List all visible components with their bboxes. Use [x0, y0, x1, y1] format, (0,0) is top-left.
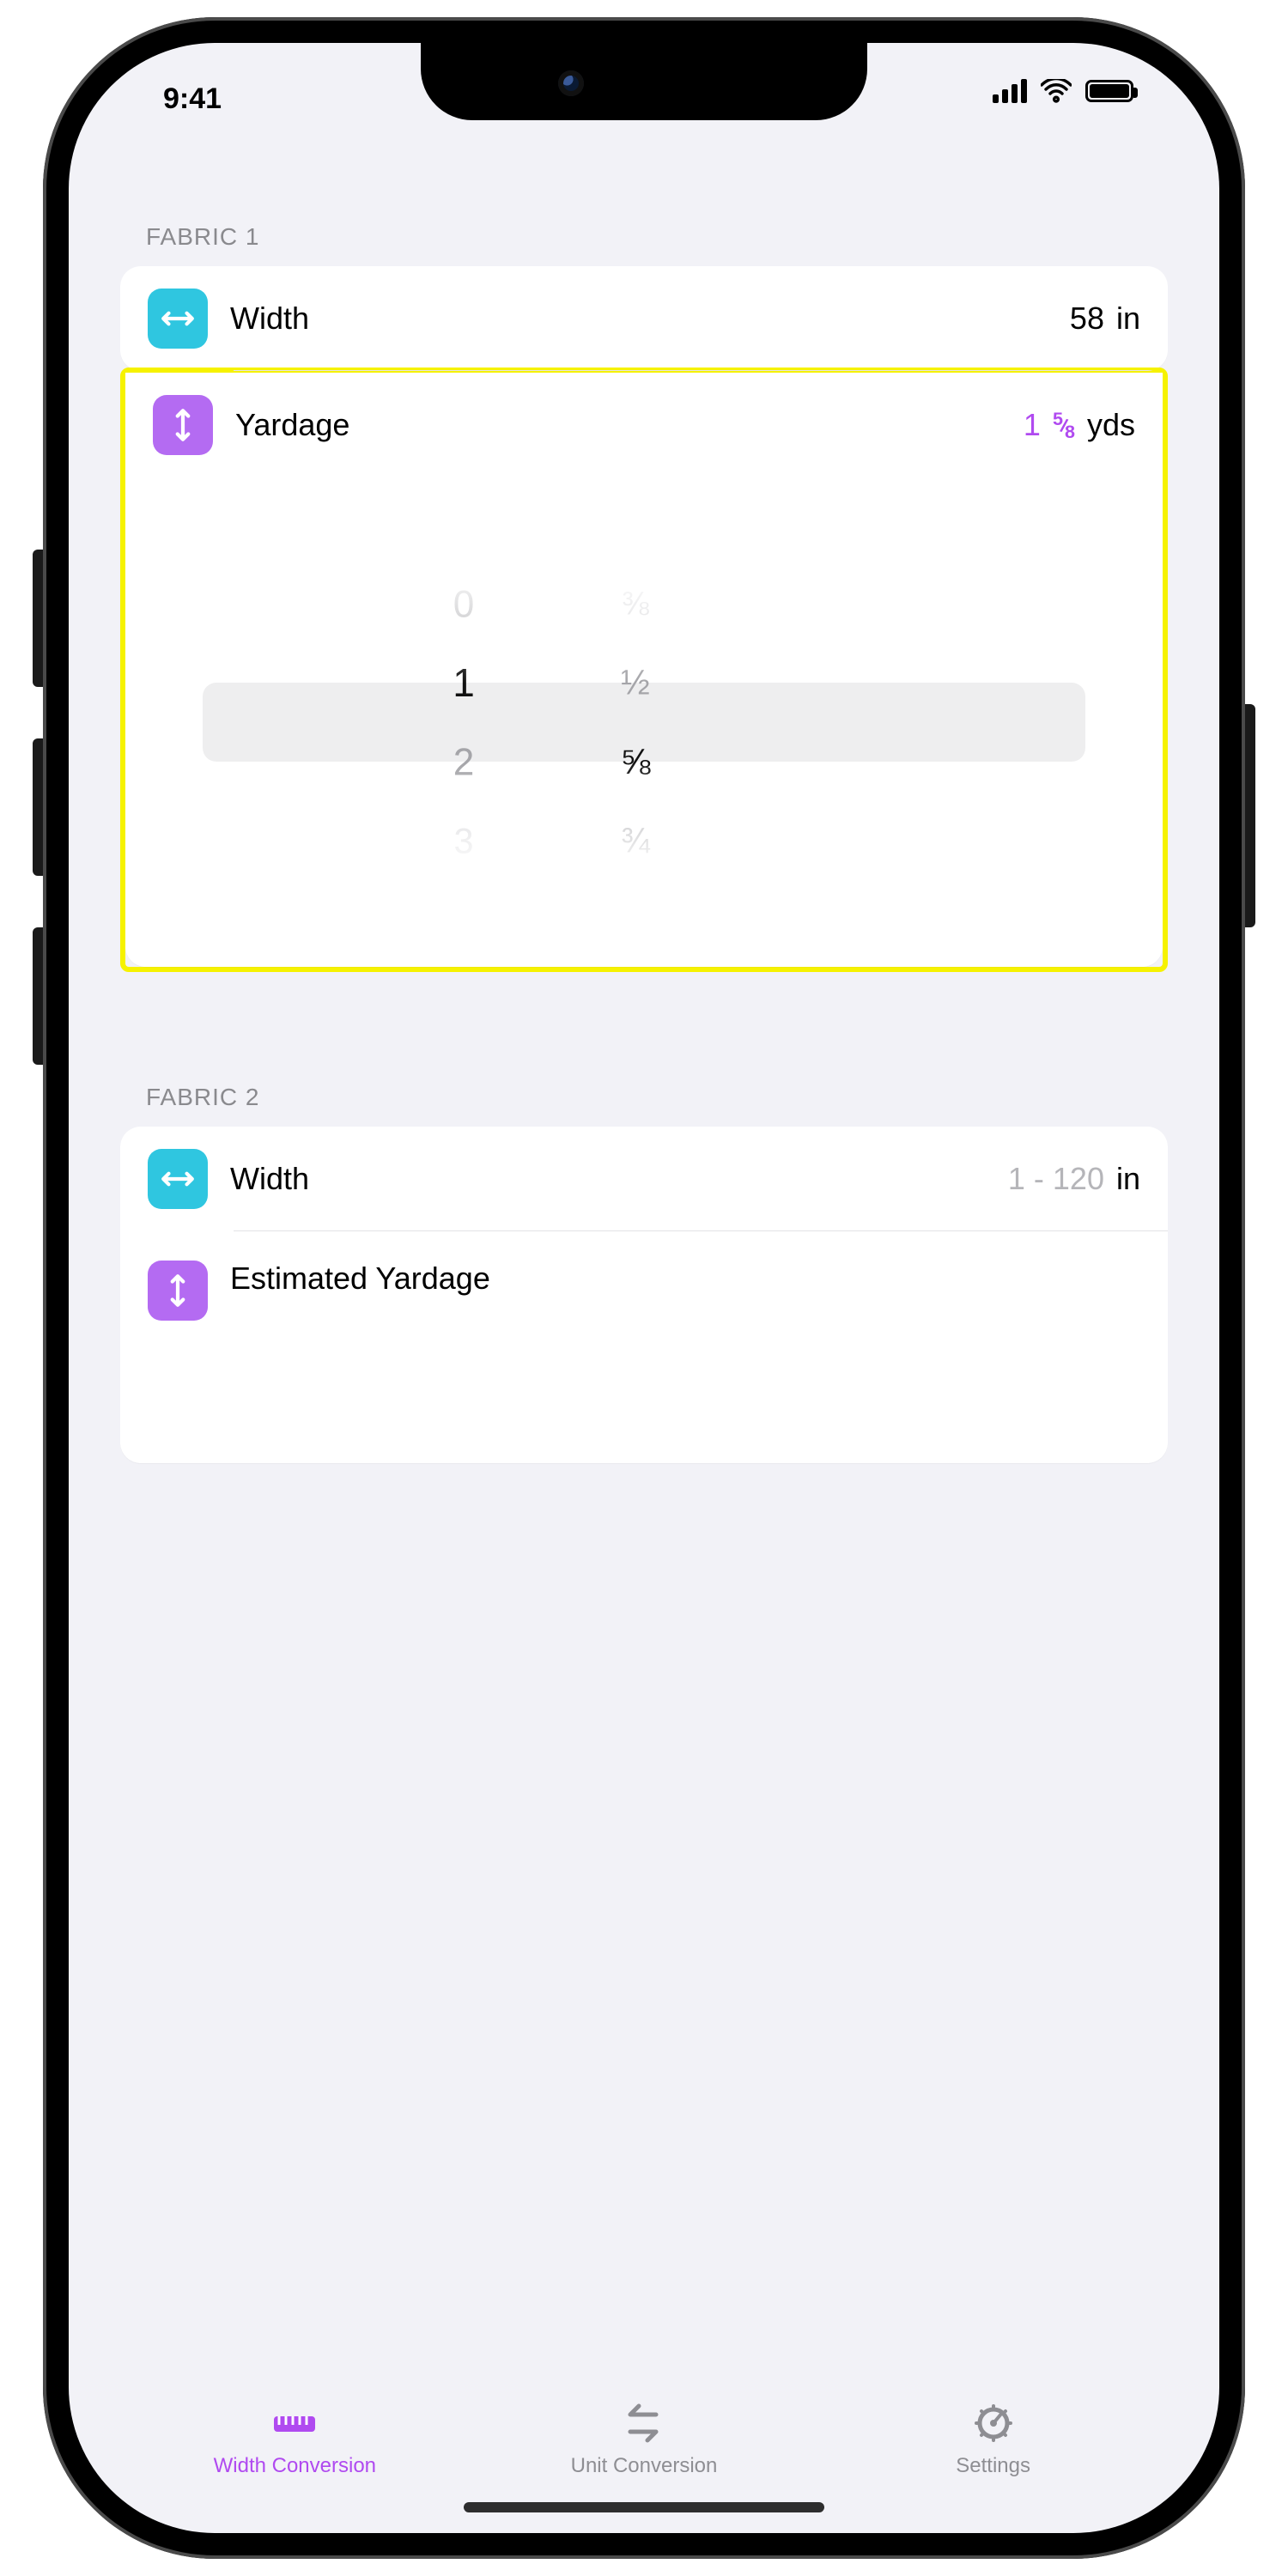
yardage-icon [153, 395, 213, 455]
tab-settings[interactable]: Settings [820, 2401, 1166, 2478]
width-icon [148, 1149, 208, 1209]
picker-option[interactable]: ½ [553, 645, 718, 720]
picker-option[interactable]: 3 [386, 805, 541, 877]
width-icon [148, 289, 208, 349]
tab-bar: Width Conversion Unit Conversion Setting… [69, 2379, 1219, 2533]
picker-option[interactable]: 4 [393, 887, 534, 951]
status-time: 9:41 [163, 82, 222, 116]
label-width: Width [230, 301, 1048, 337]
value-fabric2-width: 1 - 120 in [1008, 1161, 1140, 1197]
card-fabric1: Width 58 in [120, 266, 1168, 371]
device-frame: 9:41 FABRIC 1 Width 58 in [43, 17, 1245, 2559]
picker-option-selected[interactable]: ⅝ [550, 722, 721, 801]
section-header-fabric1: FABRIC 1 [120, 189, 1168, 266]
tab-label: Settings [956, 2454, 1030, 2478]
value-unit: in [1116, 1161, 1140, 1197]
value-fabric1-width: 58 in [1070, 301, 1140, 337]
row-fabric2-yardage[interactable]: Estimated Yardage [120, 1231, 1168, 1463]
yardage-icon [148, 1261, 208, 1321]
row-fabric1-yardage[interactable]: Yardage 1 5/8 yds [125, 373, 1163, 477]
section-header-fabric2: FABRIC 2 [120, 1049, 1168, 1127]
tab-label: Width Conversion [214, 2454, 376, 2478]
picker-option[interactable]: 0 [381, 566, 546, 641]
value-number: 58 [1070, 301, 1104, 337]
picker-option[interactable]: ⅜ [558, 568, 713, 640]
value-fabric1-yardage: 1 5/8 yds [1024, 407, 1135, 443]
picker-option[interactable]: ⅞ [558, 884, 713, 956]
picker-option[interactable]: 2 [381, 724, 546, 799]
label-estimated-yardage: Estimated Yardage [230, 1261, 1140, 1297]
app-content: FABRIC 1 Width 58 in [69, 189, 1219, 2379]
picker-wheel-fraction[interactable]: ¼ ⅜ ½ ⅝ ¾ ⅞ [550, 485, 721, 959]
value-placeholder: 1 - 120 [1008, 1161, 1104, 1197]
label-width: Width [230, 1161, 986, 1197]
tab-unit-conversion[interactable]: Unit Conversion [471, 2401, 817, 2478]
gear-icon [968, 2401, 1019, 2445]
screen: 9:41 FABRIC 1 Width 58 in [69, 43, 1219, 2533]
yardage-highlight: Yardage 1 5/8 yds 0 [120, 368, 1168, 972]
picker-option[interactable] [393, 492, 534, 556]
battery-icon [1085, 80, 1133, 102]
value-unit: in [1116, 301, 1140, 337]
swap-arrows-icon [618, 2401, 670, 2445]
value-fraction: 5/8 [1053, 415, 1075, 437]
cellular-icon [993, 79, 1027, 103]
value-unit: yds [1087, 407, 1135, 443]
notch [421, 43, 867, 120]
tab-width-conversion[interactable]: Width Conversion [122, 2401, 468, 2478]
front-camera [558, 70, 584, 96]
home-indicator[interactable] [464, 2502, 824, 2512]
wifi-icon [1041, 79, 1072, 103]
ruler-icon [269, 2401, 320, 2445]
picker-wheel-whole[interactable]: 0 1 2 3 4 [378, 485, 550, 959]
value-whole: 1 [1024, 407, 1041, 443]
picker-option-selected[interactable]: 1 [378, 643, 550, 722]
picker-option[interactable]: ¾ [553, 803, 718, 878]
label-yardage: Yardage [235, 407, 1001, 443]
row-fabric2-width[interactable]: Width 1 - 120 in [120, 1127, 1168, 1231]
card-fabric2: Width 1 - 120 in Estimated Yardage [120, 1127, 1168, 1463]
picker-option[interactable]: ¼ [565, 492, 706, 556]
row-fabric1-width[interactable]: Width 58 in [120, 266, 1168, 371]
tab-label: Unit Conversion [571, 2454, 718, 2478]
yardage-picker[interactable]: 0 1 2 3 4 ¼ ⅜ ½ ⅝ ¾ ⅞ [125, 477, 1163, 967]
